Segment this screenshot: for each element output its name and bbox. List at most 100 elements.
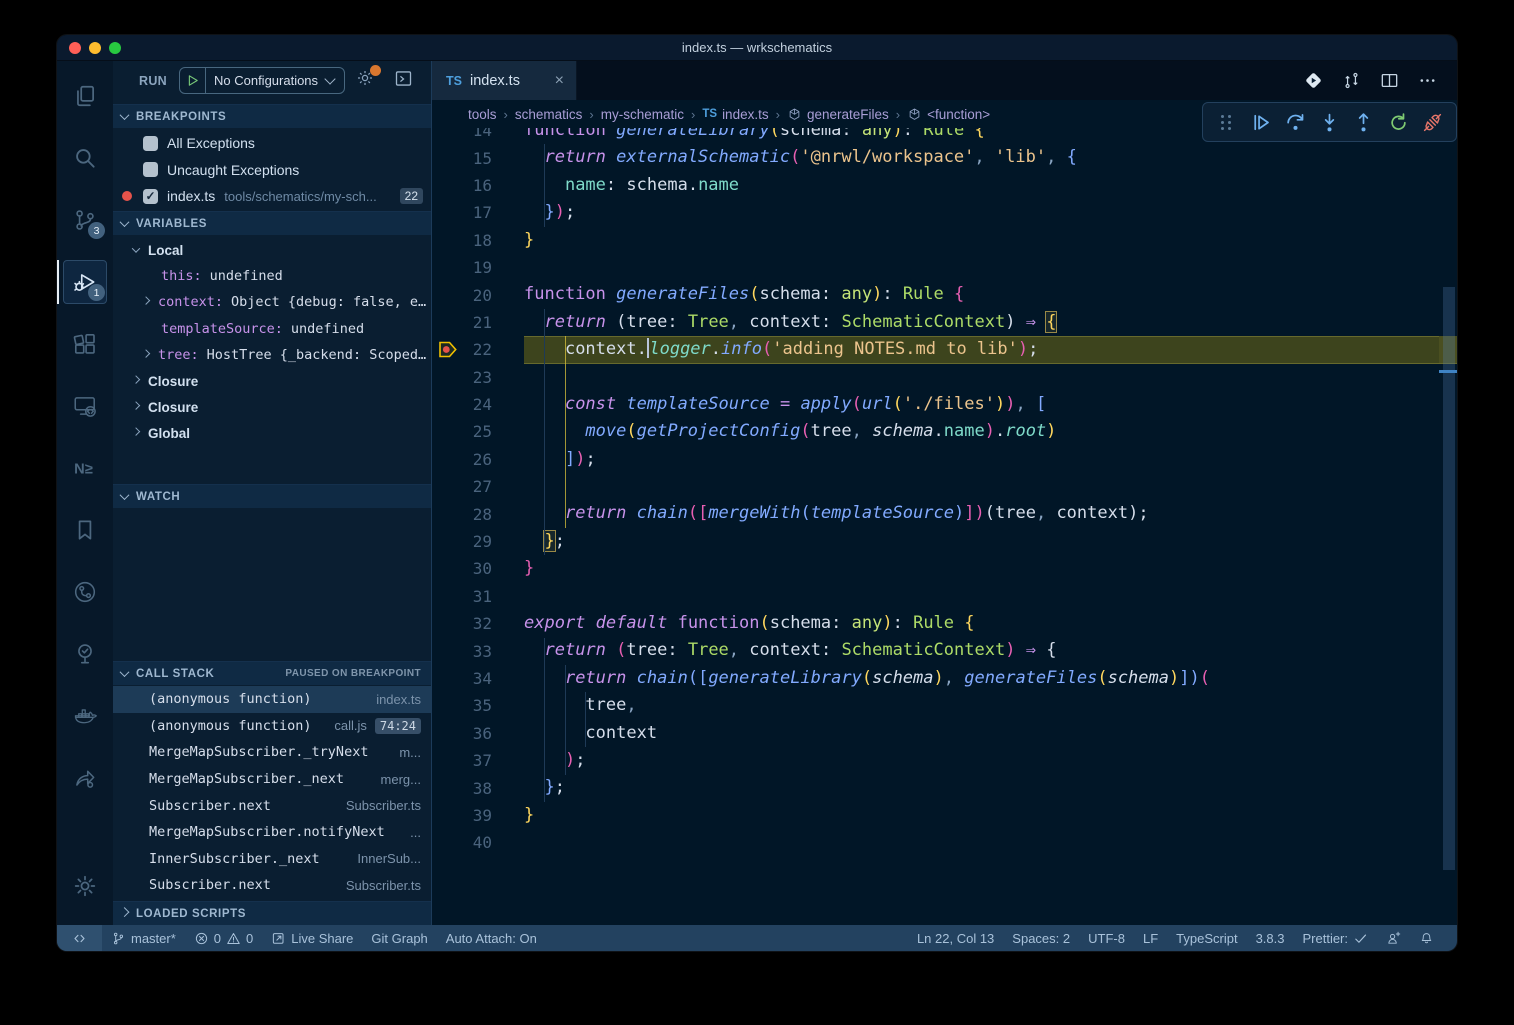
code-line[interactable]: 17 }); [432, 199, 1457, 226]
breakpoint-row[interactable]: ✓index.tstools/schematics/my-sch...22 [113, 183, 431, 209]
status-problems[interactable]: 00 [185, 925, 262, 951]
chevron-right-icon[interactable] [142, 349, 150, 357]
code-line[interactable]: 40 [432, 829, 1457, 856]
code-line[interactable]: 39} [432, 802, 1457, 829]
status-live-share[interactable]: Live Share [262, 925, 362, 951]
manage-gear[interactable] [57, 855, 113, 917]
section-header-loaded-scripts[interactable]: LOADED SCRIPTS [113, 901, 431, 925]
status-language-mode[interactable]: TypeScript [1167, 925, 1246, 951]
code-line[interactable]: 25 move(getProjectConfig(tree, schema.na… [432, 418, 1457, 445]
disconnect-button[interactable] [1418, 107, 1448, 137]
maximize-window-button[interactable] [109, 42, 121, 54]
code-line[interactable]: 38 }; [432, 774, 1457, 801]
variables-scope-row[interactable]: Closure [113, 394, 431, 420]
status-cursor-position[interactable]: Ln 22, Col 13 [908, 925, 1003, 951]
debug-console-icon[interactable] [393, 68, 414, 94]
restart-button[interactable] [1383, 107, 1413, 137]
breakpoint-row[interactable]: All Exceptions [113, 130, 431, 156]
close-tab-icon[interactable]: × [553, 72, 566, 90]
variable-row[interactable]: tree:HostTree {_backend: ScopedH… [113, 342, 431, 368]
continue-button[interactable] [1246, 107, 1276, 137]
code-line[interactable]: 32export default function(schema: any): … [432, 610, 1457, 637]
code-line[interactable]: 22 context.logger.info('adding NOTES.md … [432, 336, 1457, 363]
checkbox-checked-icon[interactable]: ✓ [143, 189, 158, 204]
sidebar-item-source-control[interactable]: 3 [57, 189, 113, 251]
sidebar-item-run-debug[interactable]: 1 [57, 251, 113, 313]
code-line[interactable]: 28 return chain([mergeWith(templateSourc… [432, 500, 1457, 527]
tab-index-ts[interactable]: TS index.ts × [432, 61, 577, 100]
call-stack-frame[interactable]: (anonymous function)call.js74:24 [113, 713, 431, 740]
section-header-variables[interactable]: VARIABLES [113, 211, 431, 235]
close-window-button[interactable] [69, 42, 81, 54]
code-line[interactable]: 15 return externalSchematic('@nrwl/works… [432, 144, 1457, 171]
code-line[interactable]: 23 [432, 364, 1457, 391]
call-stack-frame[interactable]: Subscriber.nextSubscriber.ts [113, 792, 431, 819]
sidebar-item-remote-explorer[interactable] [57, 375, 113, 437]
compare-changes-icon[interactable] [1339, 69, 1363, 93]
sidebar-item-nx-console[interactable]: N≥ [57, 437, 113, 499]
code-line[interactable]: 24 const templateSource = apply(url('./f… [432, 391, 1457, 418]
code-line[interactable]: 30} [432, 555, 1457, 582]
code-editor[interactable]: 14function generateLibrary(schema: any):… [432, 128, 1457, 925]
breakpoint-row[interactable]: Uncaught Exceptions [113, 157, 431, 183]
debug-settings-gear-icon[interactable] [355, 68, 375, 93]
sidebar-item-search[interactable] [57, 127, 113, 189]
status-feedback[interactable] [1377, 925, 1410, 951]
status-ts-version[interactable]: 3.8.3 [1247, 925, 1294, 951]
status-git-branch[interactable]: master* [102, 925, 185, 951]
step-over-button[interactable] [1280, 107, 1310, 137]
checkbox-unchecked-icon[interactable] [143, 136, 158, 151]
code-line[interactable]: 18} [432, 227, 1457, 254]
variables-scope-row[interactable]: Global [113, 420, 431, 446]
code-line[interactable]: 16 name: schema.name [432, 172, 1457, 199]
sidebar-item-explorer[interactable] [57, 65, 113, 127]
code-line[interactable]: 19 [432, 254, 1457, 281]
variable-row[interactable]: this:undefined [113, 263, 431, 289]
scrollbar-thumb[interactable] [1443, 287, 1455, 870]
call-stack-frame[interactable]: MergeMapSubscriber._tryNextm... [113, 739, 431, 766]
more-actions-icon[interactable] [1415, 69, 1439, 93]
code-line[interactable]: 33 return (tree: Tree, context: Schemati… [432, 637, 1457, 664]
editor-scrollbar[interactable] [1439, 61, 1457, 925]
variable-row[interactable]: templateSource:undefined [113, 316, 431, 342]
chevron-right-icon[interactable] [142, 297, 150, 305]
code-line[interactable]: 37 ); [432, 747, 1457, 774]
status-git-graph[interactable]: Git Graph [362, 925, 436, 951]
code-line[interactable]: 29 }; [432, 528, 1457, 555]
step-into-button[interactable] [1314, 107, 1344, 137]
drag-handle[interactable] [1211, 107, 1241, 137]
section-header-watch[interactable]: WATCH [113, 484, 431, 508]
minimize-window-button[interactable] [89, 42, 101, 54]
sidebar-item-live-share[interactable] [57, 747, 113, 809]
checkbox-unchecked-icon[interactable] [143, 162, 158, 177]
breadcrumb-item-tools[interactable]: tools [468, 107, 497, 122]
breadcrumb-item-index.ts[interactable]: TSindex.ts [702, 107, 768, 122]
status-auto-attach[interactable]: Auto Attach: On [437, 925, 546, 951]
chevron-down-icon[interactable] [132, 244, 140, 252]
call-stack-frame[interactable]: (anonymous function)index.ts [113, 686, 431, 713]
sidebar-item-git-graph[interactable] [57, 561, 113, 623]
status-eol[interactable]: LF [1134, 925, 1167, 951]
launch-config-dropdown[interactable]: No Configurations [179, 67, 345, 94]
start-debug-icon[interactable] [180, 68, 206, 93]
variables-scope-row[interactable]: Closure [113, 368, 431, 394]
status-prettier[interactable]: Prettier: [1293, 925, 1377, 951]
code-line[interactable]: 21 return (tree: Tree, context: Schemati… [432, 309, 1457, 336]
status-indentation[interactable]: Spaces: 2 [1003, 925, 1079, 951]
code-line[interactable]: 26 ]); [432, 446, 1457, 473]
call-stack-frame[interactable]: MergeMapSubscriber.notifyNext... [113, 819, 431, 846]
breadcrumb-item-schematics[interactable]: schematics [515, 107, 583, 122]
call-stack-frame[interactable]: MergeMapSubscriber._nextmerg... [113, 766, 431, 793]
sidebar-item-bookmarks[interactable] [57, 499, 113, 561]
chevron-right-icon[interactable] [132, 375, 140, 383]
code-line[interactable]: 20function generateFiles(schema: any): R… [432, 281, 1457, 308]
call-stack-frame[interactable]: InnerSubscriber._nextInnerSub... [113, 846, 431, 873]
variables-scope-row[interactable]: Local [113, 237, 431, 263]
step-out-button[interactable] [1349, 107, 1379, 137]
sidebar-item-docker[interactable] [57, 685, 113, 747]
code-line[interactable]: 31 [432, 583, 1457, 610]
code-line[interactable]: 34 return chain([generateLibrary(schema)… [432, 665, 1457, 692]
breadcrumb-item-generateFiles[interactable]: generateFiles [787, 107, 889, 122]
section-header-call-stack[interactable]: CALL STACKPAUSED ON BREAKPOINT [113, 661, 431, 685]
open-changes-icon[interactable] [1301, 69, 1325, 93]
